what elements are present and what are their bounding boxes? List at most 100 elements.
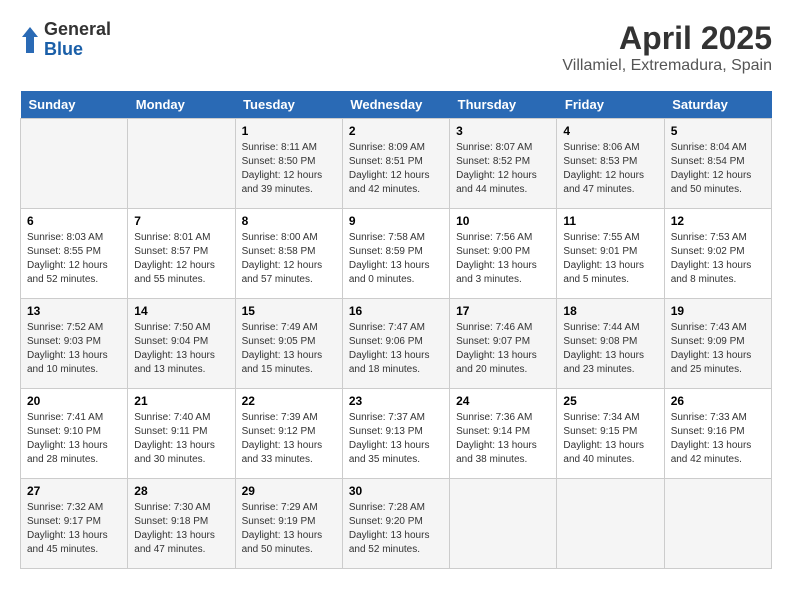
calendar-cell: 1Sunrise: 8:11 AM Sunset: 8:50 PM Daylig… xyxy=(235,119,342,209)
calendar-cell xyxy=(557,479,664,569)
header-day: Sunday xyxy=(21,91,128,119)
calendar-cell: 7 Sunrise: 8:01 AM Sunset: 8:57 PM Daylig… xyxy=(128,209,235,299)
calendar-cell: 23 Sunrise: 7:37 AM Sunset: 9:13 PM Dayli… xyxy=(342,389,449,479)
day-info: Sunrise: 7:58 AM Sunset: 8:59 PM Dayligh… xyxy=(349,231,443,287)
calendar-cell: 4Sunrise: 8:06 AM Sunset: 8:53 PM Daylig… xyxy=(557,119,664,209)
day-number: 15 xyxy=(242,304,336,318)
day-info: Sunrise: 7:39 AM Sunset: 9:12 PM Dayligh… xyxy=(242,411,336,467)
day-number: 16 xyxy=(349,304,443,318)
day-number: 26 xyxy=(671,394,765,408)
calendar-cell xyxy=(450,479,557,569)
calendar-header: SundayMondayTuesdayWednesdayThursdayFrid… xyxy=(21,91,772,119)
logo-text: General Blue xyxy=(44,20,111,60)
calendar-cell: 26Sunrise: 7:33 AM Sunset: 9:16 PM Dayli… xyxy=(664,389,771,479)
day-number: 11 xyxy=(563,214,657,228)
day-number: 25 xyxy=(563,394,657,408)
title-block: April 2025 Villamiel, Extremadura, Spain xyxy=(562,20,772,75)
header-day: Wednesday xyxy=(342,91,449,119)
calendar-row: 6 Sunrise: 8:03 AM Sunset: 8:55 PM Daylig… xyxy=(21,209,772,299)
day-number: 3 xyxy=(456,124,550,138)
header-row: SundayMondayTuesdayWednesdayThursdayFrid… xyxy=(21,91,772,119)
day-info: Sunrise: 7:47 AM Sunset: 9:06 PM Dayligh… xyxy=(349,321,443,377)
day-number: 27 xyxy=(27,484,121,498)
day-info: Sunrise: 7:37 AM Sunset: 9:13 PM Dayligh… xyxy=(349,411,443,467)
header-day: Friday xyxy=(557,91,664,119)
day-info: Sunrise: 7:40 AM Sunset: 9:11 PM Dayligh… xyxy=(134,411,228,467)
page-header: General Blue April 2025 Villamiel, Extre… xyxy=(20,20,772,75)
calendar-cell: 29Sunrise: 7:29 AM Sunset: 9:19 PM Dayli… xyxy=(235,479,342,569)
day-number: 9 xyxy=(349,214,443,228)
calendar-cell: 25 Sunrise: 7:34 AM Sunset: 9:15 PM Dayli… xyxy=(557,389,664,479)
calendar-cell: 14Sunrise: 7:50 AM Sunset: 9:04 PM Dayli… xyxy=(128,299,235,389)
day-info: Sunrise: 8:03 AM Sunset: 8:55 PM Dayligh… xyxy=(27,231,121,287)
day-number: 20 xyxy=(27,394,121,408)
calendar-cell: 20 Sunrise: 7:41 AM Sunset: 9:10 PM Dayli… xyxy=(21,389,128,479)
day-number: 24 xyxy=(456,394,550,408)
day-info: Sunrise: 7:50 AM Sunset: 9:04 PM Dayligh… xyxy=(134,321,228,377)
calendar-cell xyxy=(21,119,128,209)
day-number: 21 xyxy=(134,394,228,408)
day-info: Sunrise: 7:36 AM Sunset: 9:14 PM Dayligh… xyxy=(456,411,550,467)
calendar-row: 20 Sunrise: 7:41 AM Sunset: 9:10 PM Dayli… xyxy=(21,389,772,479)
calendar-cell: 9 Sunrise: 7:58 AM Sunset: 8:59 PM Daylig… xyxy=(342,209,449,299)
day-number: 19 xyxy=(671,304,765,318)
day-info: Sunrise: 7:30 AM Sunset: 9:18 PM Dayligh… xyxy=(134,501,228,557)
day-info: Sunrise: 7:56 AM Sunset: 9:00 PM Dayligh… xyxy=(456,231,550,287)
calendar-cell: 21 Sunrise: 7:40 AM Sunset: 9:11 PM Dayli… xyxy=(128,389,235,479)
calendar-cell xyxy=(128,119,235,209)
day-info: Sunrise: 7:53 AM Sunset: 9:02 PM Dayligh… xyxy=(671,231,765,287)
day-number: 7 xyxy=(134,214,228,228)
calendar-cell: 13Sunrise: 7:52 AM Sunset: 9:03 PM Dayli… xyxy=(21,299,128,389)
calendar-cell: 3 Sunrise: 8:07 AM Sunset: 8:52 PM Daylig… xyxy=(450,119,557,209)
day-info: Sunrise: 7:34 AM Sunset: 9:15 PM Dayligh… xyxy=(563,411,657,467)
calendar-cell: 5 Sunrise: 8:04 AM Sunset: 8:54 PM Daylig… xyxy=(664,119,771,209)
calendar-cell: 12Sunrise: 7:53 AM Sunset: 9:02 PM Dayli… xyxy=(664,209,771,299)
day-info: Sunrise: 7:28 AM Sunset: 9:20 PM Dayligh… xyxy=(349,501,443,557)
day-number: 8 xyxy=(242,214,336,228)
day-number: 22 xyxy=(242,394,336,408)
calendar-cell: 19 Sunrise: 7:43 AM Sunset: 9:09 PM Dayli… xyxy=(664,299,771,389)
calendar-cell: 30 Sunrise: 7:28 AM Sunset: 9:20 PM Dayli… xyxy=(342,479,449,569)
page-title: April 2025 xyxy=(562,20,772,57)
calendar-cell: 2 Sunrise: 8:09 AM Sunset: 8:51 PM Daylig… xyxy=(342,119,449,209)
calendar-cell: 10 Sunrise: 7:56 AM Sunset: 9:00 PM Dayli… xyxy=(450,209,557,299)
day-number: 23 xyxy=(349,394,443,408)
logo-icon xyxy=(20,25,40,55)
day-info: Sunrise: 7:55 AM Sunset: 9:01 PM Dayligh… xyxy=(563,231,657,287)
day-info: Sunrise: 7:29 AM Sunset: 9:19 PM Dayligh… xyxy=(242,501,336,557)
calendar-cell: 8 Sunrise: 8:00 AM Sunset: 8:58 PM Daylig… xyxy=(235,209,342,299)
calendar-table: SundayMondayTuesdayWednesdayThursdayFrid… xyxy=(20,91,772,569)
day-number: 30 xyxy=(349,484,443,498)
day-info: Sunrise: 8:04 AM Sunset: 8:54 PM Dayligh… xyxy=(671,141,765,197)
calendar-cell: 11 Sunrise: 7:55 AM Sunset: 9:01 PM Dayli… xyxy=(557,209,664,299)
logo-general: General xyxy=(44,20,111,40)
calendar-row: 1Sunrise: 8:11 AM Sunset: 8:50 PM Daylig… xyxy=(21,119,772,209)
day-number: 10 xyxy=(456,214,550,228)
calendar-cell: 18Sunrise: 7:44 AM Sunset: 9:08 PM Dayli… xyxy=(557,299,664,389)
day-info: Sunrise: 7:43 AM Sunset: 9:09 PM Dayligh… xyxy=(671,321,765,377)
calendar-cell: 17Sunrise: 7:46 AM Sunset: 9:07 PM Dayli… xyxy=(450,299,557,389)
day-info: Sunrise: 8:01 AM Sunset: 8:57 PM Dayligh… xyxy=(134,231,228,287)
day-number: 28 xyxy=(134,484,228,498)
day-number: 2 xyxy=(349,124,443,138)
header-day: Monday xyxy=(128,91,235,119)
calendar-cell: 16 Sunrise: 7:47 AM Sunset: 9:06 PM Dayli… xyxy=(342,299,449,389)
calendar-cell: 22 Sunrise: 7:39 AM Sunset: 9:12 PM Dayli… xyxy=(235,389,342,479)
day-info: Sunrise: 7:41 AM Sunset: 9:10 PM Dayligh… xyxy=(27,411,121,467)
day-info: Sunrise: 8:00 AM Sunset: 8:58 PM Dayligh… xyxy=(242,231,336,287)
calendar-cell: 24 Sunrise: 7:36 AM Sunset: 9:14 PM Dayli… xyxy=(450,389,557,479)
day-info: Sunrise: 8:11 AM Sunset: 8:50 PM Dayligh… xyxy=(242,141,336,197)
calendar-cell: 6 Sunrise: 8:03 AM Sunset: 8:55 PM Daylig… xyxy=(21,209,128,299)
calendar-cell: 27Sunrise: 7:32 AM Sunset: 9:17 PM Dayli… xyxy=(21,479,128,569)
calendar-cell: 28 Sunrise: 7:30 AM Sunset: 9:18 PM Dayli… xyxy=(128,479,235,569)
header-day: Thursday xyxy=(450,91,557,119)
day-number: 5 xyxy=(671,124,765,138)
calendar-cell xyxy=(664,479,771,569)
day-info: Sunrise: 8:07 AM Sunset: 8:52 PM Dayligh… xyxy=(456,141,550,197)
day-info: Sunrise: 8:06 AM Sunset: 8:53 PM Dayligh… xyxy=(563,141,657,197)
calendar-row: 27Sunrise: 7:32 AM Sunset: 9:17 PM Dayli… xyxy=(21,479,772,569)
day-number: 6 xyxy=(27,214,121,228)
day-info: Sunrise: 8:09 AM Sunset: 8:51 PM Dayligh… xyxy=(349,141,443,197)
day-info: Sunrise: 7:44 AM Sunset: 9:08 PM Dayligh… xyxy=(563,321,657,377)
day-number: 13 xyxy=(27,304,121,318)
